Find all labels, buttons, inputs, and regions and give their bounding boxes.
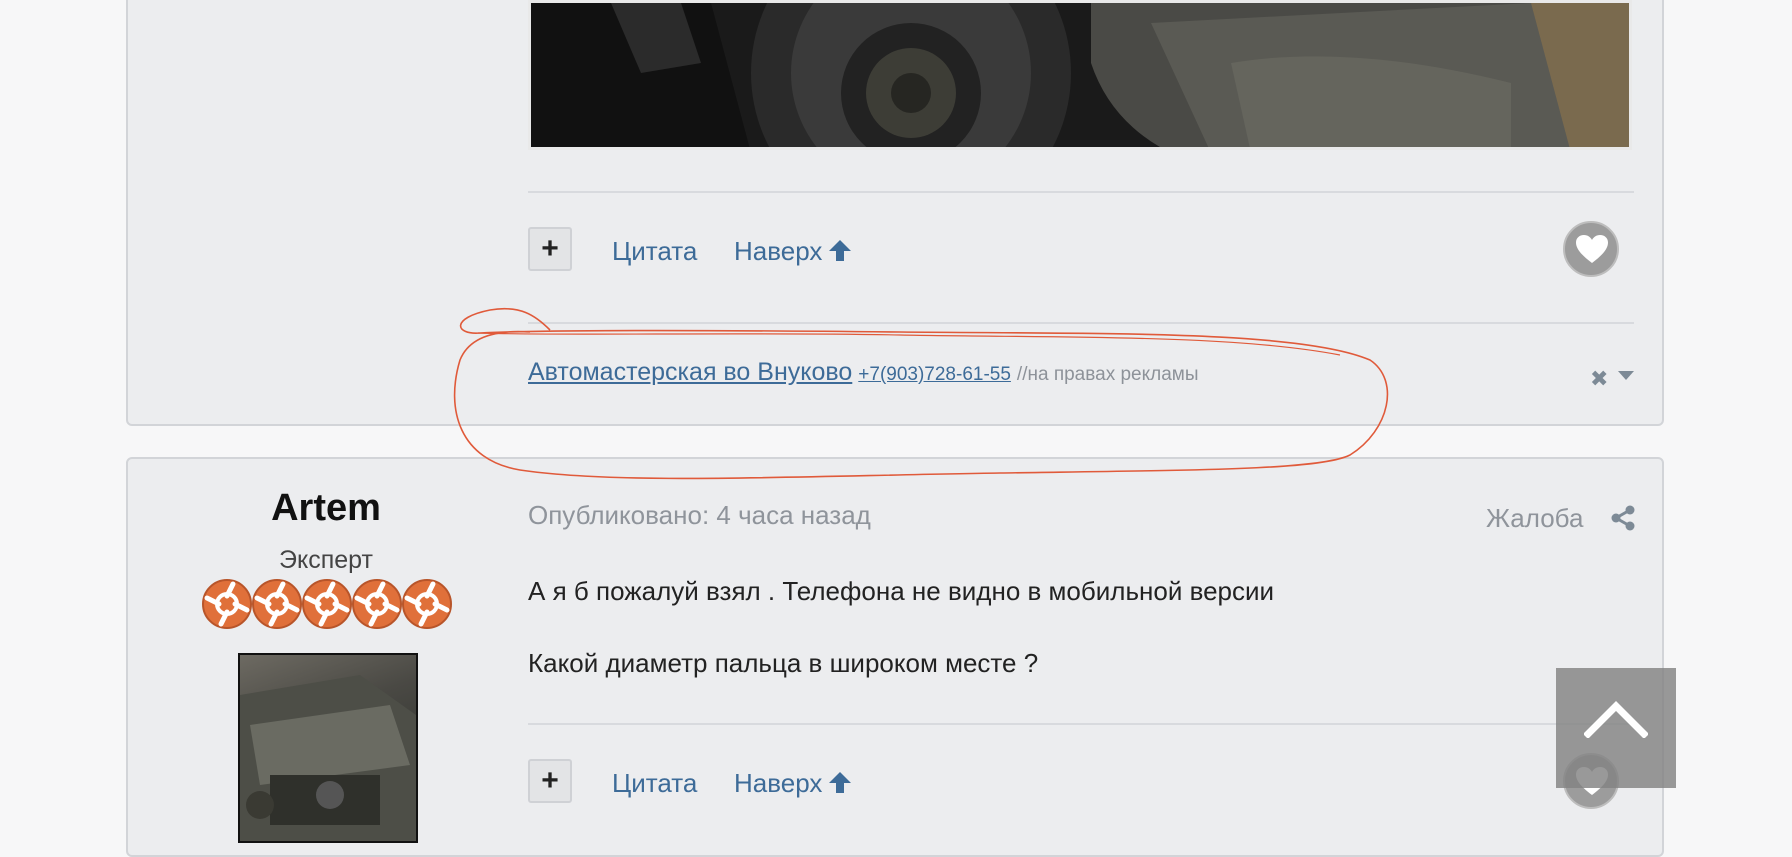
author-rank: Эксперт	[279, 546, 373, 574]
chevron-down-icon[interactable]	[1618, 371, 1634, 381]
heart-icon	[1576, 235, 1608, 263]
report-link[interactable]: Жалоба	[1486, 503, 1583, 534]
post-divider	[528, 191, 1634, 193]
ad-link[interactable]: Автомастерская во Внуково	[528, 358, 852, 386]
post-date: Опубликовано: 4 часа назад	[528, 500, 871, 530]
post-image[interactable]	[528, 0, 1632, 150]
avatar[interactable]	[238, 653, 418, 843]
scroll-up-link[interactable]: Наверх	[734, 236, 852, 267]
rank-badge-icon	[352, 579, 402, 629]
plus-button[interactable]: +	[528, 227, 572, 271]
scroll-up-label: Наверх	[734, 768, 823, 798]
arrow-up-icon	[829, 772, 852, 793]
post-body-line: Какой диаметр пальца в широком месте ?	[528, 648, 1039, 678]
plus-button[interactable]: +	[528, 759, 572, 803]
ad-phone-link[interactable]: +7(903)728-61-55	[858, 364, 1011, 385]
scroll-to-top-button[interactable]	[1556, 668, 1676, 788]
quote-link[interactable]: Цитата	[612, 768, 697, 799]
rank-badge-icon	[202, 579, 252, 629]
post-divider	[528, 723, 1634, 725]
rank-badge-icon	[302, 579, 352, 629]
quote-link[interactable]: Цитата	[612, 236, 697, 267]
ad-note: //на правах рекламы	[1016, 364, 1199, 385]
scroll-up-label: Наверх	[734, 236, 823, 266]
close-icon[interactable]: ✖	[1590, 366, 1608, 392]
rank-badge-icon	[402, 579, 452, 629]
post-body-line: А я б пожалуй взял . Телефона не видно в…	[528, 576, 1275, 606]
ad-divider	[528, 322, 1634, 324]
like-button[interactable]	[1563, 221, 1619, 277]
chevron-up-icon	[1584, 701, 1648, 738]
arrow-up-icon	[829, 240, 852, 261]
ad-row: Автомастерская во Внуково +7(903)728-61-5…	[528, 358, 1199, 387]
share-icon[interactable]	[1610, 505, 1636, 531]
rank-badges	[202, 579, 452, 629]
rank-badge-icon	[252, 579, 302, 629]
author-name[interactable]: Artem	[126, 487, 526, 530]
scroll-up-link[interactable]: Наверх	[734, 768, 852, 799]
